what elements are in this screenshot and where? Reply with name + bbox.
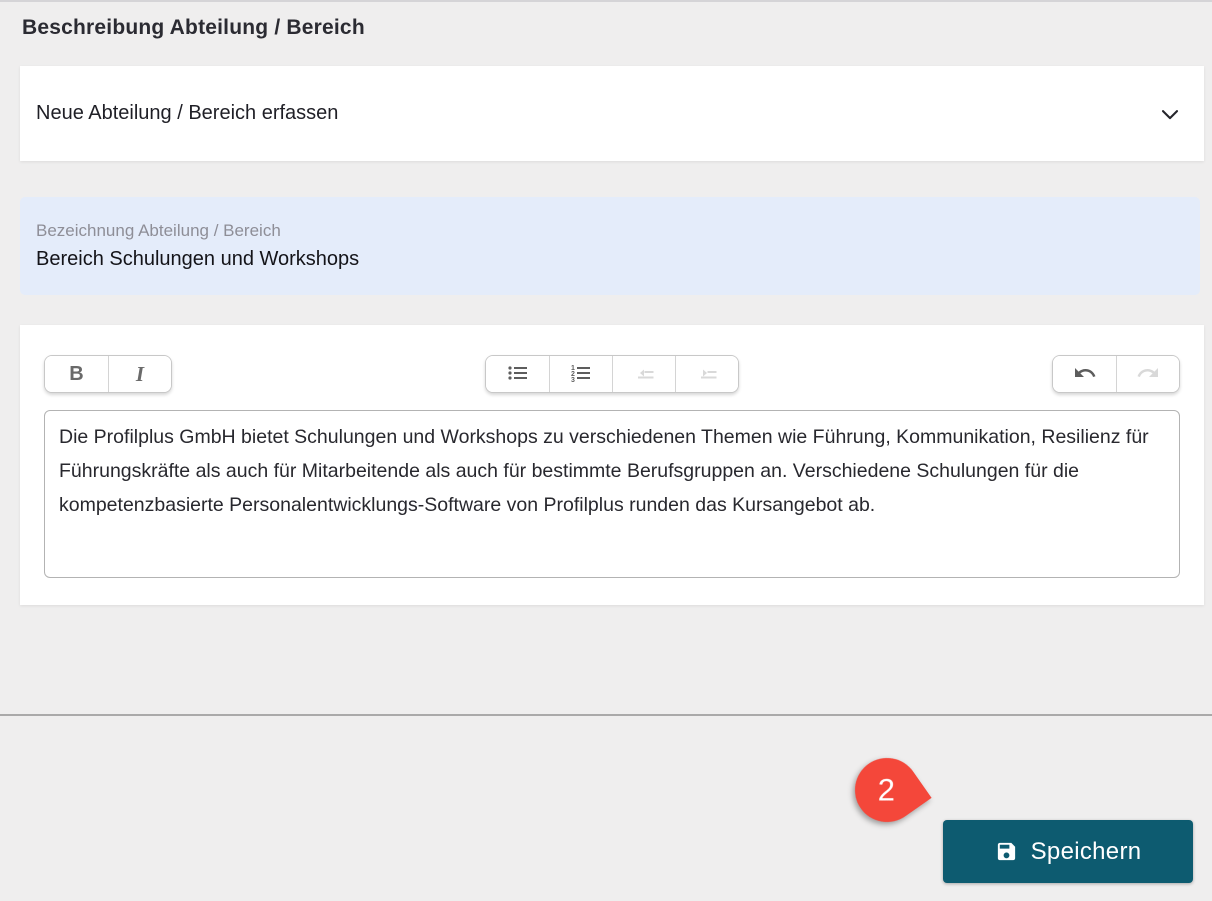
rich-text-editor-panel: B I 123 Die Profilplus GmbH bietet Schul… xyxy=(20,325,1204,605)
undo-button[interactable] xyxy=(1053,356,1116,392)
svg-text:3: 3 xyxy=(571,377,575,384)
numbered-list-button[interactable]: 123 xyxy=(549,356,612,392)
annotation-badge-number: 2 xyxy=(878,772,896,808)
annotation-badge-2: 2 xyxy=(842,745,932,835)
page-top-edge xyxy=(0,0,1212,2)
text-style-button-group: B I xyxy=(44,355,172,393)
history-button-group xyxy=(1052,355,1180,393)
chevron-down-icon[interactable] xyxy=(1156,100,1184,128)
collapse-panel-header[interactable]: Neue Abteilung / Bereich erfassen xyxy=(20,66,1204,161)
numbered-list-icon: 123 xyxy=(568,361,594,388)
page-title: Beschreibung Abteilung / Bereich xyxy=(22,16,365,39)
bulleted-list-icon xyxy=(505,361,531,388)
save-button-label: Speichern xyxy=(1030,837,1142,865)
list-button-group: 123 xyxy=(485,355,739,393)
bulleted-list-button[interactable] xyxy=(486,356,549,392)
section-divider xyxy=(0,714,1212,716)
redo-icon xyxy=(1135,361,1161,388)
bold-icon: B xyxy=(69,362,84,385)
department-name-label: Bezeichnung Abteilung / Bereich xyxy=(36,221,281,240)
description-textarea[interactable]: Die Profilplus GmbH bietet Schulungen un… xyxy=(44,410,1180,578)
indent-button[interactable] xyxy=(675,356,738,392)
collapse-panel-label: Neue Abteilung / Bereich erfassen xyxy=(36,102,339,124)
outdent-icon xyxy=(631,361,657,388)
redo-button[interactable] xyxy=(1116,356,1179,392)
department-name-field[interactable]: Bezeichnung Abteilung / Bereich Bereich … xyxy=(20,197,1200,295)
editor-toolbar: B I 123 xyxy=(44,355,1180,393)
italic-button[interactable]: I xyxy=(108,356,171,392)
undo-icon xyxy=(1072,361,1098,388)
outdent-button[interactable] xyxy=(612,356,675,392)
save-button[interactable]: Speichern xyxy=(943,820,1193,883)
bold-button[interactable]: B xyxy=(45,356,108,392)
save-icon xyxy=(995,840,1018,863)
indent-icon xyxy=(694,361,720,388)
italic-icon: I xyxy=(135,361,145,386)
department-name-value: Bereich Schulungen und Workshops xyxy=(36,248,360,270)
